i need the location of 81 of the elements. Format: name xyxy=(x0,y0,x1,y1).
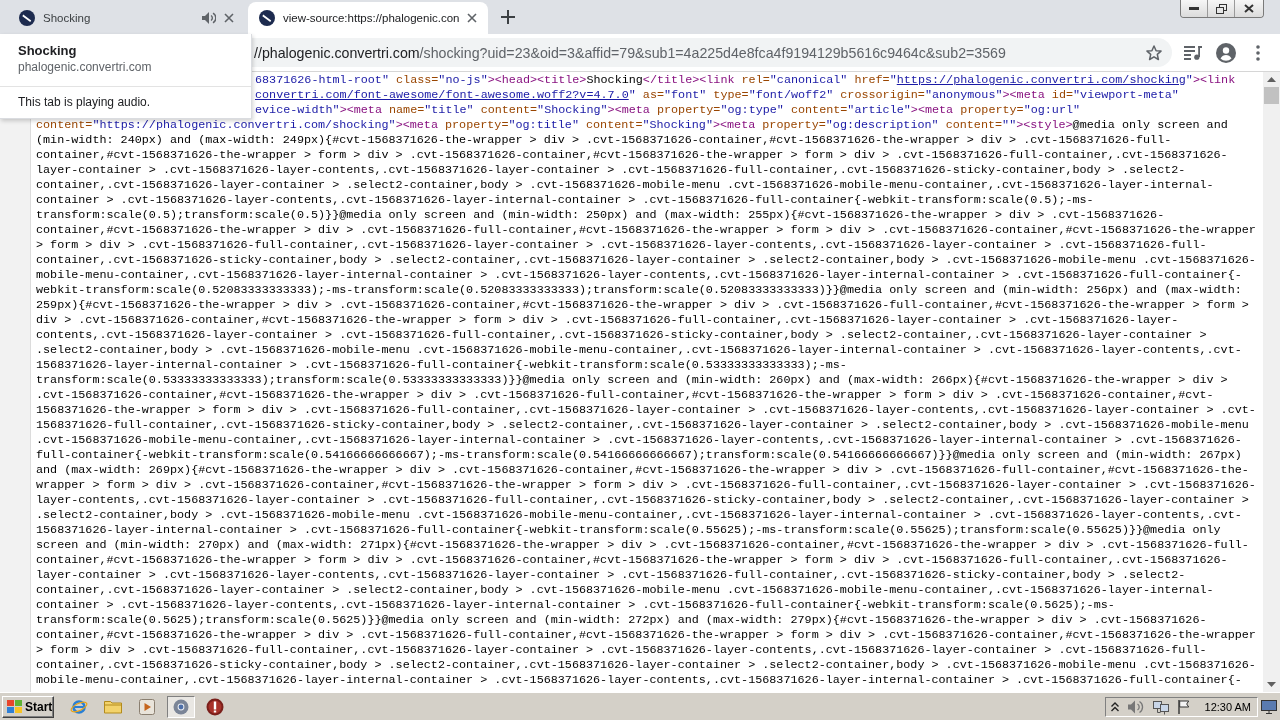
account-icon[interactable] xyxy=(1216,42,1236,63)
up-arrow-icon xyxy=(1267,77,1276,82)
speaker-icon[interactable] xyxy=(1127,699,1144,714)
source-line: webkit-transform:scale(0.52083333333333);-ms-transform:scale(0.52083333333333);transform:scale(0.52083333333333)}}@media only screen and (min-width: 256px) and (max-width: xyxy=(36,283,1243,298)
tab-close-icon[interactable] xyxy=(224,13,234,23)
source-line: container,.cvt-1568371626-sticky-container,body > .select2-container,.cvt-1568371626-layer-container > .select2-container,body > .cvt-1568371626-mobile-menu .cvt-1568371626- xyxy=(36,658,1257,673)
site-icon xyxy=(259,10,275,26)
source-line: 1568371626-full-container,.cvt-1568371626-sticky-container,body > .select2-container,.cvt-1568371626-layer-container > .select2-container,body > .cvt-1568371626-mobile-menu xyxy=(36,418,1250,433)
source-line: layer-container > .cvt-1568371626-layer-contents,.cvt-1568371626-layer-container > .cvt-1568371626-full-container,.cvt-1568371626-sticky-container,body > .select2- xyxy=(36,163,1187,178)
card-title: Shocking xyxy=(18,43,78,59)
source-line: container > .cvt-1568371626-layer-contents,.cvt-1568371626-layer-internal-container > .cvt-1568371626-full-container{-webkit-transform:scale(0.5);-ms- xyxy=(36,193,1095,208)
restore-icon xyxy=(1215,3,1227,14)
source-line: full-container{-webkit-transform:scale(0.54166666666667);-ms-transform:scale(0.54166666666667);transform:scale(0.54166666666667)}}@media only screen and (min-width: 267px) xyxy=(36,448,1243,463)
source-line: evice-width"><meta name="title" content="Shocking"><meta property="og:type" content="article"><meta property="og:url" xyxy=(255,103,1082,118)
source-line: div > .cvt-1568371626-container,#cvt-1568371626-the-wrapper > form > div > .cvt-1568371626-full-container,.cvt-1568371626-layer-container > .cvt-1568371626-layer- xyxy=(36,313,1180,328)
card-status: This tab is playing audio. xyxy=(0,86,251,118)
media-player-icon[interactable] xyxy=(139,698,155,715)
tab[interactable]: Shocking xyxy=(8,2,245,34)
new-tab-icon[interactable] xyxy=(501,10,515,24)
source-line: 1568371626-layer-internal-container > .cvt-1568371626-full-container{-webkit-transform:scale(0.53333333333333);-ms- xyxy=(36,358,848,373)
source-line: .select2-container,body > .cvt-1568371626-mobile-menu .cvt-1568371626-mobile-menu-container,.cvt-1568371626-layer-internal-container > .cvt-1568371626-layer-contents,.cvt- xyxy=(36,508,1243,523)
browser-icon[interactable] xyxy=(173,698,189,715)
source-line: convertri.com/font-awesome/font-awesome.woff2?v=4.7.0" as="font" type="font/woff2" crossorigin="anonymous"><meta id="viewport-meta" xyxy=(255,88,1180,103)
globe-icon[interactable] xyxy=(70,697,88,716)
source-line: container,#cvt-1568371626-the-wrapper > form > div > .cvt-1568371626-container,#cvt-1568371626-the-wrapper > form > div > .cvt-1568371626-full-container,.cvt-1568371626- xyxy=(36,148,1229,163)
source-line: mobile-menu-container,.cvt-1568371626-layer-internal-container > .cvt-1568371626-layer-contents,.cvt-1568371626-layer-internal-container > .cvt-1568371626-full-container{- xyxy=(36,268,1243,283)
source-line: > form > div > .cvt-1568371626-full-container,.cvt-1568371626-layer-container > .cvt-1568371626-layer-contents,.cvt-1568371626-layer-container > .cvt-1568371626-full- xyxy=(36,643,1208,658)
down-arrow-icon xyxy=(1267,682,1276,687)
tab[interactable]: view-source:https://phalogenic.con xyxy=(248,2,488,34)
source-line: content="https://phalogenic.convertri.com/shocking"><meta property="og:title" content="Shocking"><meta property="og:description" content=""><style>@media only screen and xyxy=(36,118,1229,133)
taskbar-button[interactable] xyxy=(167,695,195,718)
desktop-icon[interactable] xyxy=(1261,699,1277,714)
source-line: .cvt-1568371626-container,#cvt-1568371626-the-wrapper > div > .cvt-1568371626-full-container,#cvt-1568371626-the-wrapper > form > div > .cvt-1568371626-container,#cvt- xyxy=(36,388,1215,403)
source-line: 1568371626-the-wrapper > form > div > .cvt-1568371626-full-container,.cvt-1568371626-layer-container > .cvt-1568371626-layer-contents,.cvt-1568371626-layer-container > .cvt- xyxy=(36,403,1257,418)
scrollbar-thumb[interactable] xyxy=(1264,87,1279,104)
source-line: container,#cvt-1568371626-the-wrapper > div > .cvt-1568371626-full-container,#cvt-1568371626-the-wrapper > form > div > .cvt-1568371626-container,#cvt-1568371626-the-wrapper xyxy=(36,628,1257,643)
source-line: layer-container > .cvt-1568371626-layer-contents,.cvt-1568371626-layer-container > .cvt-1568371626-full-container,.cvt-1568371626-sticky-container,body > .select2- xyxy=(36,568,1187,583)
card-domain: phalogenic.convertri.com xyxy=(18,59,153,75)
close-button[interactable] xyxy=(1234,0,1263,17)
star-icon[interactable] xyxy=(1146,44,1162,61)
source-line: container,#cvt-1568371626-the-wrapper > form > div > .cvt-1568371626-container,#cvt-1568371626-the-wrapper > form > div > .cvt-1568371626-full-container,.cvt-1568371626- xyxy=(36,553,1229,568)
source-line: 259px){#cvt-1568371626-the-wrapper > div > .cvt-1568371626-container,#cvt-1568371626-the-wrapper > div > .cvt-1568371626-full-container,#cvt-1568371626-the-wrapper > form > xyxy=(36,298,1250,313)
network-icon[interactable] xyxy=(1152,698,1169,715)
site-icon xyxy=(19,10,35,26)
chevron-up-icon[interactable] xyxy=(1110,701,1119,712)
windows-logo-icon xyxy=(7,700,22,713)
source-line: container > .cvt-1568371626-layer-contents,.cvt-1568371626-layer-internal-container > .cvt-1568371626-full-container{-webkit-transform:scale(0.5625);-ms- xyxy=(36,598,1116,613)
source-line: layer-contents,.cvt-1568371626-layer-container > .cvt-1568371626-full-container,.cvt-1568371626-sticky-container,body > .select2-container,.cvt-1568371626-layer-container > xyxy=(36,493,1250,508)
alert-icon[interactable] xyxy=(206,697,224,716)
start-button[interactable]: Start xyxy=(2,695,54,718)
speaker-icon[interactable] xyxy=(202,12,216,24)
source-line: screen and (min-width: 270px) and (max-width: 271px){#cvt-1568371626-the-wrapper > div > .cvt-1568371626-container,#cvt-1568371626-the-wrapper > div > .cvt-1568371626-full- xyxy=(36,538,1250,553)
source-line: transform:scale(0.5);transform:scale(0.5)}}@media only screen and (min-width: 250px) and (max-width: 255px){#cvt-1568371626-the-wrapper > div > .cvt-1568371626- xyxy=(36,208,1166,223)
playlist-icon[interactable] xyxy=(1184,45,1202,60)
source-line: 1568371626-layer-internal-container > .cvt-1568371626-full-container{-webkit-transform:scale(0.55625);-ms-transform:scale(0.55625);transform:scale(0.55625)}}@media only xyxy=(36,523,1222,538)
source-line: container,.cvt-1568371626-sticky-container,body > .select2-container,.cvt-1568371626-layer-container > .select2-container,body > .cvt-1568371626-mobile-menu .cvt-1568371626- xyxy=(36,253,1257,268)
clock[interactable]: 12:30 AM xyxy=(1204,700,1251,713)
source-line: and (max-width: 269px){#cvt-1568371626-the-wrapper > div > .cvt-1568371626-container,#cvt-1568371626-the-wrapper > div > .cvt-1568371626-full-container,#cvt-1568371626-the- xyxy=(36,463,1250,478)
source-line: container,#cvt-1568371626-the-wrapper > div > .cvt-1568371626-full-container,#cvt-1568371626-the-wrapper > form > div > .cvt-1568371626-container,#cvt-1568371626-the-wrapper xyxy=(36,223,1257,238)
restore-button[interactable] xyxy=(1207,0,1234,17)
source-line: contents,.cvt-1568371626-layer-container > .cvt-1568371626-full-container,.cvt-1568371626-sticky-container,body > .select2-container,.cvt-1568371626-layer-container > xyxy=(36,328,1208,343)
source-line: transform:scale(0.53333333333333);transform:scale(0.53333333333333)}}@media only screen and (min-width: 260px) and (max-width: 266px){#cvt-1568371626-the-wrapper > div > xyxy=(36,373,1229,388)
more-menu-icon[interactable] xyxy=(1256,44,1260,61)
source-line: wrapper > form > div > .cvt-1568371626-container,#cvt-1568371626-the-wrapper > form > div > .cvt-1568371626-full-container,.cvt-1568371626-layer-container > .cvt-1568371626- xyxy=(36,478,1257,493)
source-line: container,.cvt-1568371626-layer-container > .select2-container,body > .cvt-1568371626-mobile-menu .cvt-1568371626-mobile-menu-container,.cvt-1568371626-layer-internal- xyxy=(36,178,1215,193)
source-line: transform:scale(0.5625);transform:scale(0.5625)}}@media only screen and (min-width: 272px) and (max-width: 279px){#cvt-1568371626-the-wrapper > div > .cvt-1568371626- xyxy=(36,613,1208,628)
source-line: .select2-container,body > .cvt-1568371626-mobile-menu .cvt-1568371626-mobile-menu-container,.cvt-1568371626-layer-internal-container > .cvt-1568371626-layer-contents,.cvt- xyxy=(36,343,1243,358)
source-link[interactable]: convertri.com/font-awesome/font-awesome.woff2?v=4.7.0 xyxy=(255,88,629,102)
address-bar[interactable]: //phalogenic.convertri.com/shocking?uid=23&oid=3&affid=79&sub1=4a225d4e8fca4f9194129b5616c9464c&sub2=3569 xyxy=(252,38,1172,67)
flag-icon[interactable] xyxy=(1177,699,1190,714)
source-line: 68371626-html-root" class="no-js"><head><title>Shocking</title><link rel="canonical" href="https://phalogenic.convertri.com/shocking"><link xyxy=(255,73,1237,88)
source-line: mobile-menu-container,.cvt-1568371626-layer-internal-container > .cvt-1568371626-layer-contents,.cvt-1568371626-layer-internal-container > .cvt-1568371626-full-container{- xyxy=(36,673,1243,688)
close-icon xyxy=(1244,4,1254,13)
tab-close-icon[interactable] xyxy=(467,13,478,23)
source-link[interactable]: https://phalogenic.convertri.com/shocking xyxy=(896,73,1186,87)
minimize-icon xyxy=(1189,7,1199,10)
source-line: .cvt-1568371626-mobile-menu-container,.cvt-1568371626-layer-internal-container > .cvt-1568371626-layer-contents,.cvt-1568371626-layer-internal-container > .cvt-1568371626- xyxy=(36,433,1243,448)
source-line: container,.cvt-1568371626-layer-container > .select2-container,body > .cvt-1568371626-mobile-menu .cvt-1568371626-mobile-menu-container,.cvt-1568371626-layer-internal- xyxy=(36,583,1215,598)
source-line: (min-width: 240px) and (max-width: 249px){#cvt-1568371626-the-wrapper > div > .cvt-1568371626-container,#cvt-1568371626-the-wrapper > div > .cvt-1568371626-full- xyxy=(36,133,1173,148)
minimize-button[interactable] xyxy=(1181,0,1207,17)
source-line: > form > div > .cvt-1568371626-full-container,.cvt-1568371626-layer-container > .cvt-1568371626-layer-contents,.cvt-1568371626-layer-container > .cvt-1568371626-full- xyxy=(36,238,1208,253)
